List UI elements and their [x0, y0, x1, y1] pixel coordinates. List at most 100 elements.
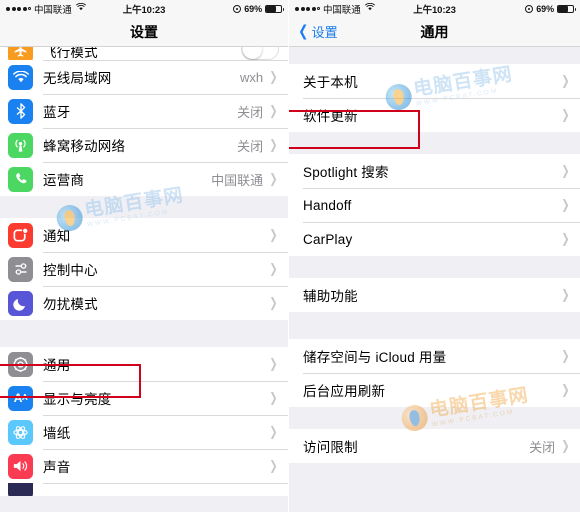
chevron-right-icon: ❯ [269, 261, 278, 276]
back-button[interactable]: ❮ 设置 [297, 22, 338, 41]
signal-strength-dots [6, 6, 31, 11]
chevron-right-icon: ❯ [561, 382, 570, 397]
row-value: 中国联通 [211, 172, 264, 188]
chevron-right-icon: ❯ [269, 103, 278, 118]
row-handoff[interactable]: Handoff ❯ [289, 188, 580, 222]
chevron-left-icon: ❮ [298, 23, 309, 40]
group-about: 关于本机 ❯ 软件更新 ❯ [289, 64, 580, 132]
row-software-update[interactable]: 软件更新 ❯ [289, 98, 580, 132]
row-label: 勿扰模式 [43, 297, 98, 312]
row-label: 蓝牙 [43, 105, 71, 120]
status-bar-left-group: 中国联通 [295, 2, 375, 16]
row-label: 后台应用刷新 [303, 384, 386, 399]
nav-bar-left: 设置 [0, 17, 288, 47]
row-label: 控制中心 [43, 263, 98, 278]
dual-screenshot-container: 中国联通 上午10:23 69% 设置 飞行模式 无线局域网 wxh ❯ 蓝牙 … [0, 0, 580, 512]
battery-percent: 69% [536, 3, 554, 14]
airplane-mode-toggle[interactable] [241, 47, 279, 60]
settings-list-left[interactable]: 飞行模式 无线局域网 wxh ❯ 蓝牙 关闭 ❯ 蜂窝移动网络 关闭 ❯ 运营商… [0, 47, 288, 512]
row-label: 飞行模式 [43, 47, 98, 60]
chevron-right-icon: ❯ [561, 197, 570, 212]
display-icon: AA [8, 385, 33, 411]
moon-icon [8, 290, 33, 316]
chevron-right-icon: ❯ [561, 73, 570, 88]
row-restrictions[interactable]: 访问限制 关闭 ❯ [289, 429, 580, 463]
group-separator [289, 312, 580, 339]
notifications-icon [8, 222, 33, 248]
row-spotlight-search[interactable]: Spotlight 搜索 ❯ [289, 154, 580, 188]
row-bluetooth[interactable]: 蓝牙 关闭 ❯ [0, 94, 288, 128]
row-touchid-passcode[interactable] [0, 483, 288, 496]
chevron-right-icon: ❯ [269, 424, 278, 439]
row-value: wxh [239, 69, 264, 85]
row-value: 关闭 [237, 138, 264, 154]
settings-list-right[interactable]: 关于本机 ❯ 软件更新 ❯ Spotlight 搜索 ❯ Handoff ❯ C… [289, 47, 580, 512]
touchid-icon [8, 483, 33, 496]
row-label: 运营商 [43, 173, 85, 188]
row-background-refresh[interactable]: 后台应用刷新 ❯ [289, 373, 580, 407]
row-label: 通用 [43, 358, 71, 373]
wifi-icon [75, 2, 86, 14]
group-separator [0, 196, 288, 218]
status-bar-right: 中国联通 上午10:23 69% [289, 0, 580, 17]
status-bar-left-group: 中国联通 [6, 2, 86, 16]
chevron-right-icon: ❯ [269, 69, 278, 84]
row-label: 储存空间与 iCloud 用量 [303, 350, 447, 365]
chevron-right-icon: ❯ [269, 295, 278, 310]
battery-percent: 69% [244, 3, 262, 14]
back-button-label: 设置 [311, 25, 338, 40]
control-center-icon [8, 256, 33, 282]
chevron-right-icon: ❯ [561, 107, 570, 122]
chevron-right-icon: ❯ [269, 390, 278, 405]
page-title: 设置 [130, 23, 158, 40]
row-value: 关闭 [237, 104, 264, 120]
group-separator [0, 320, 288, 347]
gear-icon [8, 351, 33, 377]
bluetooth-icon [8, 98, 33, 124]
sound-icon [8, 453, 33, 479]
chevron-right-icon: ❯ [561, 231, 570, 246]
group-connectivity: 飞行模式 无线局域网 wxh ❯ 蓝牙 关闭 ❯ 蜂窝移动网络 关闭 ❯ 运营商… [0, 47, 288, 196]
chevron-right-icon: ❯ [269, 458, 278, 473]
group-separator [289, 132, 580, 154]
top-spacer [289, 47, 580, 64]
airplane-icon [8, 47, 33, 60]
row-label: 关于本机 [303, 75, 358, 90]
row-control-center[interactable]: 控制中心 ❯ [0, 252, 288, 286]
row-do-not-disturb[interactable]: 勿扰模式 ❯ [0, 286, 288, 320]
group-storage: 储存空间与 iCloud 用量 ❯ 后台应用刷新 ❯ [289, 339, 580, 407]
status-bar-left: 中国联通 上午10:23 69% [0, 0, 288, 17]
row-airplane-mode[interactable]: 飞行模式 [0, 47, 288, 60]
status-bar-right-group: 69% [233, 3, 284, 14]
group-notifications: 通知 ❯ 控制中心 ❯ 勿扰模式 ❯ [0, 218, 288, 320]
battery-icon [265, 4, 284, 13]
group-accessibility: 辅助功能 ❯ [289, 278, 580, 312]
row-label: Spotlight 搜索 [303, 165, 389, 180]
row-label: 辅助功能 [303, 289, 358, 304]
row-sounds[interactable]: 声音 ❯ [0, 449, 288, 483]
carrier-name: 中国联通 [34, 4, 72, 16]
row-label: 无线局域网 [43, 71, 112, 86]
row-wifi[interactable]: 无线局域网 wxh ❯ [0, 60, 288, 94]
row-general[interactable]: 通用 ❯ [0, 347, 288, 381]
row-wallpaper[interactable]: 墙纸 ❯ [0, 415, 288, 449]
chevron-right-icon: ❯ [561, 287, 570, 302]
location-icon [233, 4, 242, 13]
row-carplay[interactable]: CarPlay ❯ [289, 222, 580, 256]
row-storage-icloud[interactable]: 储存空间与 iCloud 用量 ❯ [289, 339, 580, 373]
row-display-brightness[interactable]: AA 显示与亮度 ❯ [0, 381, 288, 415]
row-carrier[interactable]: 运营商 中国联通 ❯ [0, 162, 288, 196]
chevron-right-icon: ❯ [561, 163, 570, 178]
right-phone-general-screen: 中国联通 上午10:23 69% ❮ 设置 通用 关于本机 ❯ 软件更新 ❯ S… [289, 0, 580, 512]
carrier-name: 中国联通 [323, 4, 361, 16]
row-about-device[interactable]: 关于本机 ❯ [289, 64, 580, 98]
row-notifications[interactable]: 通知 ❯ [0, 218, 288, 252]
chevron-right-icon: ❯ [561, 438, 570, 453]
status-bar-right-group: 69% [525, 3, 576, 14]
wifi-icon [364, 2, 375, 14]
row-cellular[interactable]: 蜂窝移动网络 关闭 ❯ [0, 128, 288, 162]
phone-icon [8, 166, 33, 192]
row-accessibility[interactable]: 辅助功能 ❯ [289, 278, 580, 312]
battery-icon [557, 4, 576, 13]
wallpaper-icon [8, 419, 33, 445]
